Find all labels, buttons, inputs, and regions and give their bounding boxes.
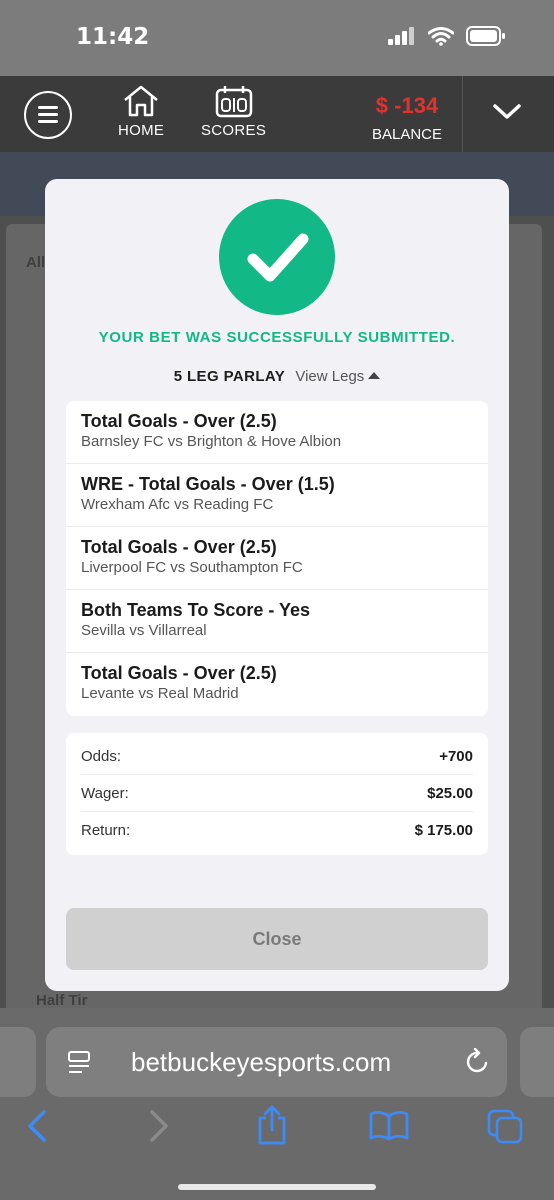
nav-home[interactable]: HOME xyxy=(118,84,164,139)
top-nav: HOME SCORES $ -134 BALANCE xyxy=(0,76,554,152)
return-label: Return: xyxy=(81,822,131,839)
odds-label: Odds: xyxy=(81,747,122,765)
balance-value: $ -134 xyxy=(375,93,439,118)
chevron-down-icon[interactable] xyxy=(492,102,522,122)
menu-button[interactable] xyxy=(24,91,72,139)
battery-icon xyxy=(466,26,505,46)
status-icons xyxy=(388,26,506,46)
leg-title: Both Teams To Score - Yes xyxy=(81,600,311,620)
parlay-legs-list: Total Goals - Over (2.5) Barnsley FC vs … xyxy=(66,401,488,716)
odds-row: Odds: +700 xyxy=(81,738,473,775)
leg-title: Total Goals - Over (2.5) xyxy=(81,411,277,431)
forward-icon[interactable] xyxy=(144,1108,172,1144)
list-item: Total Goals - Over (2.5) Liverpool FC vs… xyxy=(66,527,488,590)
return-value: $ 175.00 xyxy=(414,822,473,839)
balance[interactable]: $ -134 BALANCE xyxy=(372,93,442,144)
view-legs-toggle[interactable]: View Legs xyxy=(295,368,381,385)
url-text: betbuckeyesports.com xyxy=(131,1047,392,1077)
page-menu-icon[interactable] xyxy=(66,1049,94,1077)
background-label: All xyxy=(26,254,46,271)
return-row: Return: $ 175.00 xyxy=(81,812,473,849)
triangle-up-icon xyxy=(368,372,381,379)
previous-tab-preview[interactable] xyxy=(0,1027,36,1097)
home-icon xyxy=(124,85,158,117)
close-button[interactable]: Close xyxy=(66,908,488,970)
success-badge xyxy=(219,199,335,315)
browser-bar: betbuckeyesports.com xyxy=(0,1008,554,1200)
status-bar: 11:42 xyxy=(0,0,554,76)
wager-row: Wager: $25.00 xyxy=(81,775,473,812)
balance-label: BALANCE xyxy=(371,126,443,143)
scoreboard-icon xyxy=(215,86,252,118)
back-icon[interactable] xyxy=(24,1108,52,1144)
odds-value: +700 xyxy=(439,747,473,765)
leg-title: Total Goals - Over (2.5) xyxy=(81,663,277,683)
bet-confirmation-modal: YOUR BET WAS SUCCESSFULLY SUBMITTED. 5 L… xyxy=(45,179,509,991)
wager-value: $25.00 xyxy=(427,784,473,802)
wager-label: Wager: xyxy=(81,784,129,802)
reload-icon[interactable] xyxy=(464,1048,492,1076)
cellular-signal-icon xyxy=(388,27,414,45)
background-label: Half Tir xyxy=(36,992,88,1008)
tabs-icon[interactable] xyxy=(486,1108,524,1144)
nav-home-label: HOME xyxy=(118,122,165,139)
view-legs-label: View Legs xyxy=(295,368,365,385)
nav-divider xyxy=(462,76,463,152)
leg-title: WRE - Total Goals - Over (1.5) xyxy=(81,474,335,494)
home-indicator xyxy=(178,1184,376,1190)
leg-match: Liverpool FC vs Southampton FC xyxy=(81,559,303,576)
list-item: Both Teams To Score - Yes Sevilla vs Vil… xyxy=(66,590,488,653)
leg-title: Total Goals - Over (2.5) xyxy=(81,537,277,557)
list-item: Total Goals - Over (2.5) Levante vs Real… xyxy=(66,653,488,716)
list-item: WRE - Total Goals - Over (1.5) Wrexham A… xyxy=(66,464,488,527)
list-item: Total Goals - Over (2.5) Barnsley FC vs … xyxy=(66,401,488,464)
parlay-title: 5 LEG PARLAY xyxy=(173,368,286,385)
address-bar[interactable]: betbuckeyesports.com xyxy=(46,1027,507,1097)
bookmarks-icon[interactable] xyxy=(368,1110,410,1142)
bet-summary: Odds: +700 Wager: $25.00 Return: $ 175.0… xyxy=(66,733,488,855)
leg-match: Wrexham Afc vs Reading FC xyxy=(81,496,274,513)
nav-scores-label: SCORES xyxy=(201,122,267,139)
checkmark-icon xyxy=(247,233,309,282)
success-message: YOUR BET WAS SUCCESSFULLY SUBMITTED. xyxy=(98,329,456,346)
status-time: 11:42 xyxy=(76,24,150,50)
leg-match: Barnsley FC vs Brighton & Hove Albion xyxy=(81,433,342,450)
wifi-icon xyxy=(428,26,454,46)
parlay-header: 5 LEG PARLAY View Legs xyxy=(45,368,509,385)
leg-match: Levante vs Real Madrid xyxy=(81,685,239,702)
next-tab-preview[interactable] xyxy=(520,1027,554,1097)
nav-scores[interactable]: SCORES xyxy=(201,84,266,139)
share-icon[interactable] xyxy=(255,1104,289,1146)
leg-match: Sevilla vs Villarreal xyxy=(81,622,207,639)
